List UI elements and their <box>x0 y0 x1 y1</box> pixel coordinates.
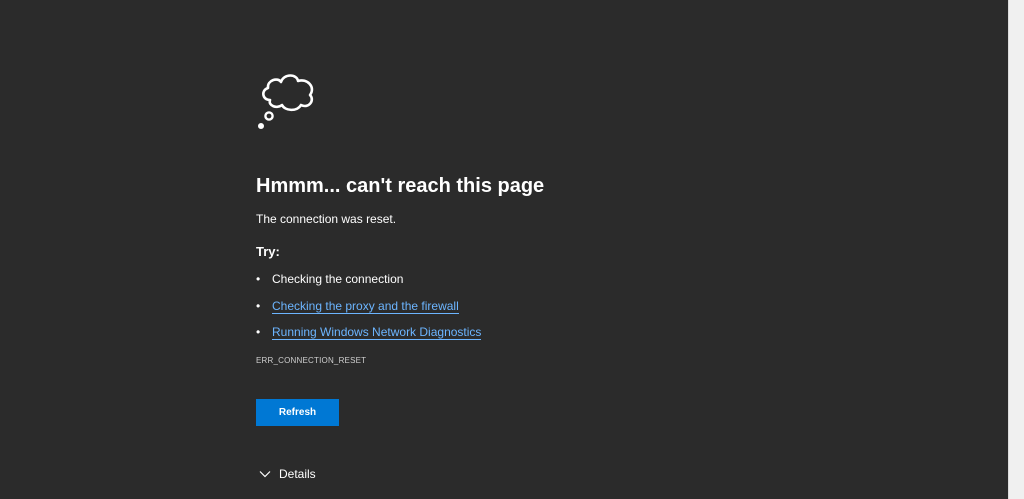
details-label: Details <box>279 467 316 481</box>
proxy-firewall-link[interactable]: Checking the proxy and the firewall <box>272 298 459 314</box>
bullet: • <box>256 272 261 286</box>
page-title: Hmmm... can't reach this page <box>256 175 545 197</box>
error-message: The connection was reset. <box>256 212 397 226</box>
network-diagnostics-link[interactable]: Running Windows Network Diagnostics <box>272 325 482 340</box>
bullet: • <box>256 298 261 313</box>
suggestion-check-connection: Checking the connection <box>272 272 404 286</box>
error-content: Hmmm... can't reach this page The connec… <box>256 68 816 482</box>
suggestion-item: • Running Windows Network Diagnostics <box>256 323 816 341</box>
thought-cloud-icon <box>258 74 314 129</box>
suggestions-list: • Checking the connection • Checking the… <box>256 270 816 341</box>
error-code: ERR_CONNECTION_RESET <box>256 356 367 365</box>
suggestion-item: • Checking the connection <box>256 270 816 288</box>
vertical-scrollbar[interactable] <box>1008 0 1024 499</box>
chevron-down-icon <box>259 471 271 478</box>
refresh-button[interactable]: Refresh <box>256 399 339 426</box>
details-toggle[interactable]: Details <box>256 466 816 482</box>
bullet: • <box>256 325 261 339</box>
try-heading: Try: <box>256 244 280 259</box>
error-page: Hmmm... can't reach this page The connec… <box>0 0 1008 499</box>
suggestion-item: • Checking the proxy and the firewall <box>256 297 816 315</box>
